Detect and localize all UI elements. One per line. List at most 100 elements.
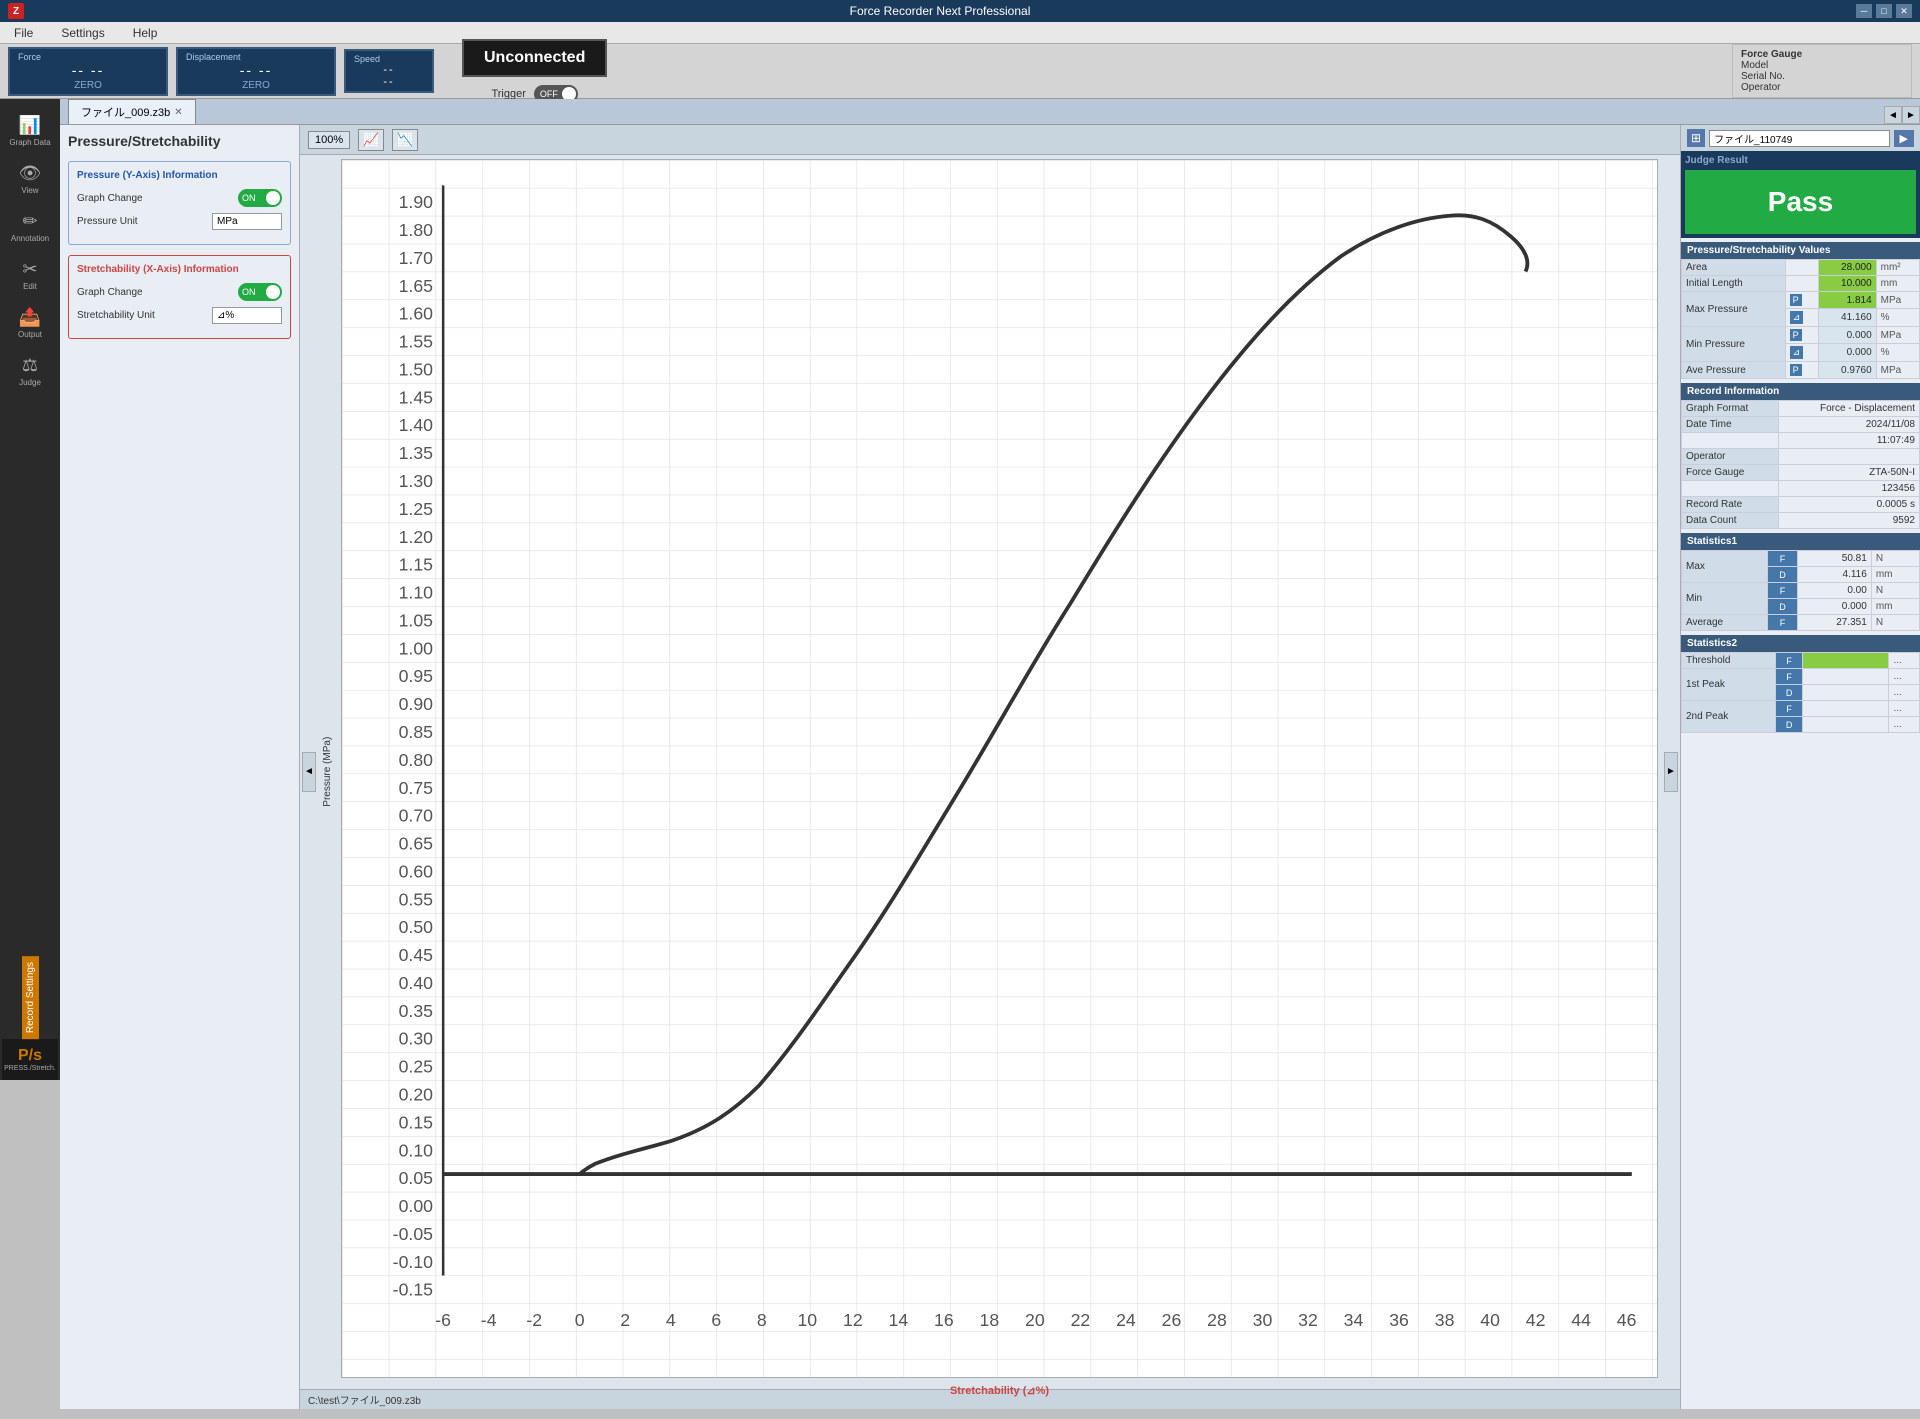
sidebar-item-annotation[interactable]: ✏ Annotation: [2, 203, 58, 251]
svg-text:1.05: 1.05: [399, 610, 434, 630]
graph-left-arrow[interactable]: ◄: [302, 752, 316, 792]
svg-text:1.70: 1.70: [399, 248, 434, 268]
table-row: Record Rate 0.0005 s: [1682, 497, 1920, 513]
peak1-f-type: F: [1776, 669, 1803, 685]
svg-text:0.45: 0.45: [399, 945, 434, 965]
graph-column: 0.00 0.05 0.10 0.15 0.20 0.25 0.30 0.35 …: [337, 155, 1662, 1389]
table-row: Graph Format Force - Displacement: [1682, 401, 1920, 417]
annotation-icon: ✏: [22, 211, 37, 232]
peak1-f-value: [1803, 669, 1889, 685]
graph-right-arrow[interactable]: ►: [1664, 752, 1678, 792]
svg-text:40: 40: [1480, 1310, 1500, 1330]
y-axis-label: Pressure (Y-Axis) Information: [77, 170, 282, 181]
connection-status-button[interactable]: Unconnected: [462, 39, 607, 77]
speed-value: --: [354, 64, 424, 76]
svg-text:-0.15: -0.15: [393, 1280, 433, 1300]
fg-serial: Serial No.: [1741, 71, 1903, 82]
svg-text:0.55: 0.55: [399, 889, 434, 909]
svg-text:24: 24: [1116, 1310, 1136, 1330]
nav-left-arrow[interactable]: ◄: [1884, 106, 1902, 124]
area-unit: mm²: [1876, 260, 1919, 276]
ave-pressure-p-btn[interactable]: P: [1790, 364, 1802, 376]
ave-pressure-value: 0.9760: [1818, 362, 1876, 379]
svg-text:1.25: 1.25: [399, 499, 434, 519]
peak2-f-value: [1803, 701, 1889, 717]
svg-text:30: 30: [1253, 1310, 1273, 1330]
graph-canvas[interactable]: 0.00 0.05 0.10 0.15 0.20 0.25 0.30 0.35 …: [341, 159, 1658, 1378]
right-panel-arrow[interactable]: ▶: [1894, 130, 1914, 147]
minimize-button[interactable]: ─: [1856, 4, 1872, 18]
min-d-type: D: [1768, 599, 1797, 615]
menu-help[interactable]: Help: [127, 24, 164, 42]
sidebar-label-output: Output: [18, 330, 42, 339]
table-row: 1st Peak F ...: [1682, 669, 1920, 685]
force-zero-button[interactable]: ZERO: [18, 80, 158, 91]
svg-text:1.90: 1.90: [399, 192, 434, 212]
graph-mode-btn2[interactable]: 📉: [392, 129, 418, 151]
sidebar-item-view[interactable]: 👁 View: [2, 155, 58, 203]
svg-text:36: 36: [1389, 1310, 1409, 1330]
record-rate-value: 0.0005 s: [1778, 497, 1919, 513]
fg-model: Model: [1741, 60, 1903, 71]
x-toggle-knob: [266, 285, 280, 299]
view-icon: 👁: [19, 163, 42, 184]
tab-close-icon[interactable]: ✕: [174, 107, 182, 118]
svg-text:1.20: 1.20: [399, 527, 434, 547]
x-graph-change-toggle[interactable]: ON: [238, 283, 282, 301]
sidebar-item-judge[interactable]: ⚖ Judge: [2, 347, 58, 395]
sidebar-item-edit[interactable]: ✂ Edit: [2, 251, 58, 299]
min-pressure-p-btn[interactable]: P: [1790, 329, 1802, 341]
sidebar-label-view: View: [21, 186, 38, 195]
svg-text:2: 2: [620, 1310, 630, 1330]
x-stretchability-unit-input[interactable]: [212, 307, 282, 324]
menu-settings[interactable]: Settings: [55, 24, 110, 42]
graph-mode-btn1[interactable]: 📈: [358, 129, 384, 151]
svg-text:46: 46: [1617, 1310, 1637, 1330]
speed-display: Speed -- --: [344, 49, 434, 93]
file-name-input[interactable]: [1709, 130, 1889, 147]
stats1-table: Max F 50.81 N D 4.116 mm Min F 0.00: [1681, 550, 1920, 631]
table-row: 2nd Peak F ...: [1682, 701, 1920, 717]
sidebar-item-output[interactable]: 📤 Output: [2, 299, 58, 347]
y-axis-section: Pressure (Y-Axis) Information Graph Chan…: [68, 161, 291, 245]
max-pressure-z-btn[interactable]: ⊿: [1790, 311, 1804, 324]
sidebar-item-press-stretch[interactable]: P/s PRESS./Stretch.: [2, 1039, 58, 1080]
max-pressure-p-btn[interactable]: P: [1790, 294, 1802, 306]
right-panel-header: ⊞ ▶: [1681, 125, 1920, 151]
nav-right-arrow[interactable]: ►: [1902, 106, 1920, 124]
svg-text:1.55: 1.55: [399, 332, 434, 352]
svg-text:42: 42: [1526, 1310, 1546, 1330]
max-pressure-z-value: 41.160: [1818, 309, 1876, 327]
graph-format-value: Force - Displacement: [1778, 401, 1919, 417]
menu-file[interactable]: File: [8, 24, 39, 42]
app-title: Force Recorder Next Professional: [850, 4, 1031, 18]
x-stretchability-unit-row: Stretchability Unit: [77, 307, 282, 324]
restore-button[interactable]: □: [1876, 4, 1892, 18]
tab-file[interactable]: ファイル_009.z3b ✕: [68, 99, 196, 124]
main-area: 📊 Graph Data 👁 View ✏ Annotation ✂ Edit …: [0, 99, 1920, 1080]
ave-pressure-label: Ave Pressure: [1682, 362, 1786, 379]
close-button[interactable]: ✕: [1896, 4, 1912, 18]
sidebar-item-graph-data[interactable]: 📊 Graph Data: [2, 107, 58, 155]
zoom-button[interactable]: 100%: [308, 131, 350, 149]
svg-text:26: 26: [1162, 1310, 1182, 1330]
pass-banner: Pass: [1685, 170, 1916, 234]
y-pressure-unit-input[interactable]: [212, 213, 282, 230]
sidebar-label-edit: Edit: [23, 282, 37, 291]
svg-text:-2: -2: [526, 1310, 542, 1330]
min-pressure-value: 0.000: [1818, 327, 1876, 344]
svg-text:-4: -4: [481, 1310, 497, 1330]
max-label: Max: [1682, 551, 1768, 583]
avg-f-type: F: [1768, 615, 1797, 631]
max-pressure-unit: MPa: [1876, 292, 1919, 309]
peak2-f-dots: ...: [1889, 701, 1920, 717]
y-pressure-unit-label: Pressure Unit: [77, 216, 138, 227]
displacement-zero-button[interactable]: ZERO: [186, 80, 326, 91]
table-row: Operator: [1682, 449, 1920, 465]
svg-text:20: 20: [1025, 1310, 1045, 1330]
min-pressure-z-btn[interactable]: ⊿: [1790, 346, 1804, 359]
displacement-label: Displacement: [186, 52, 326, 62]
table-row: Force Gauge ZTA-50N-I: [1682, 465, 1920, 481]
svg-text:0.40: 0.40: [399, 973, 434, 993]
y-graph-change-toggle[interactable]: ON: [238, 189, 282, 207]
